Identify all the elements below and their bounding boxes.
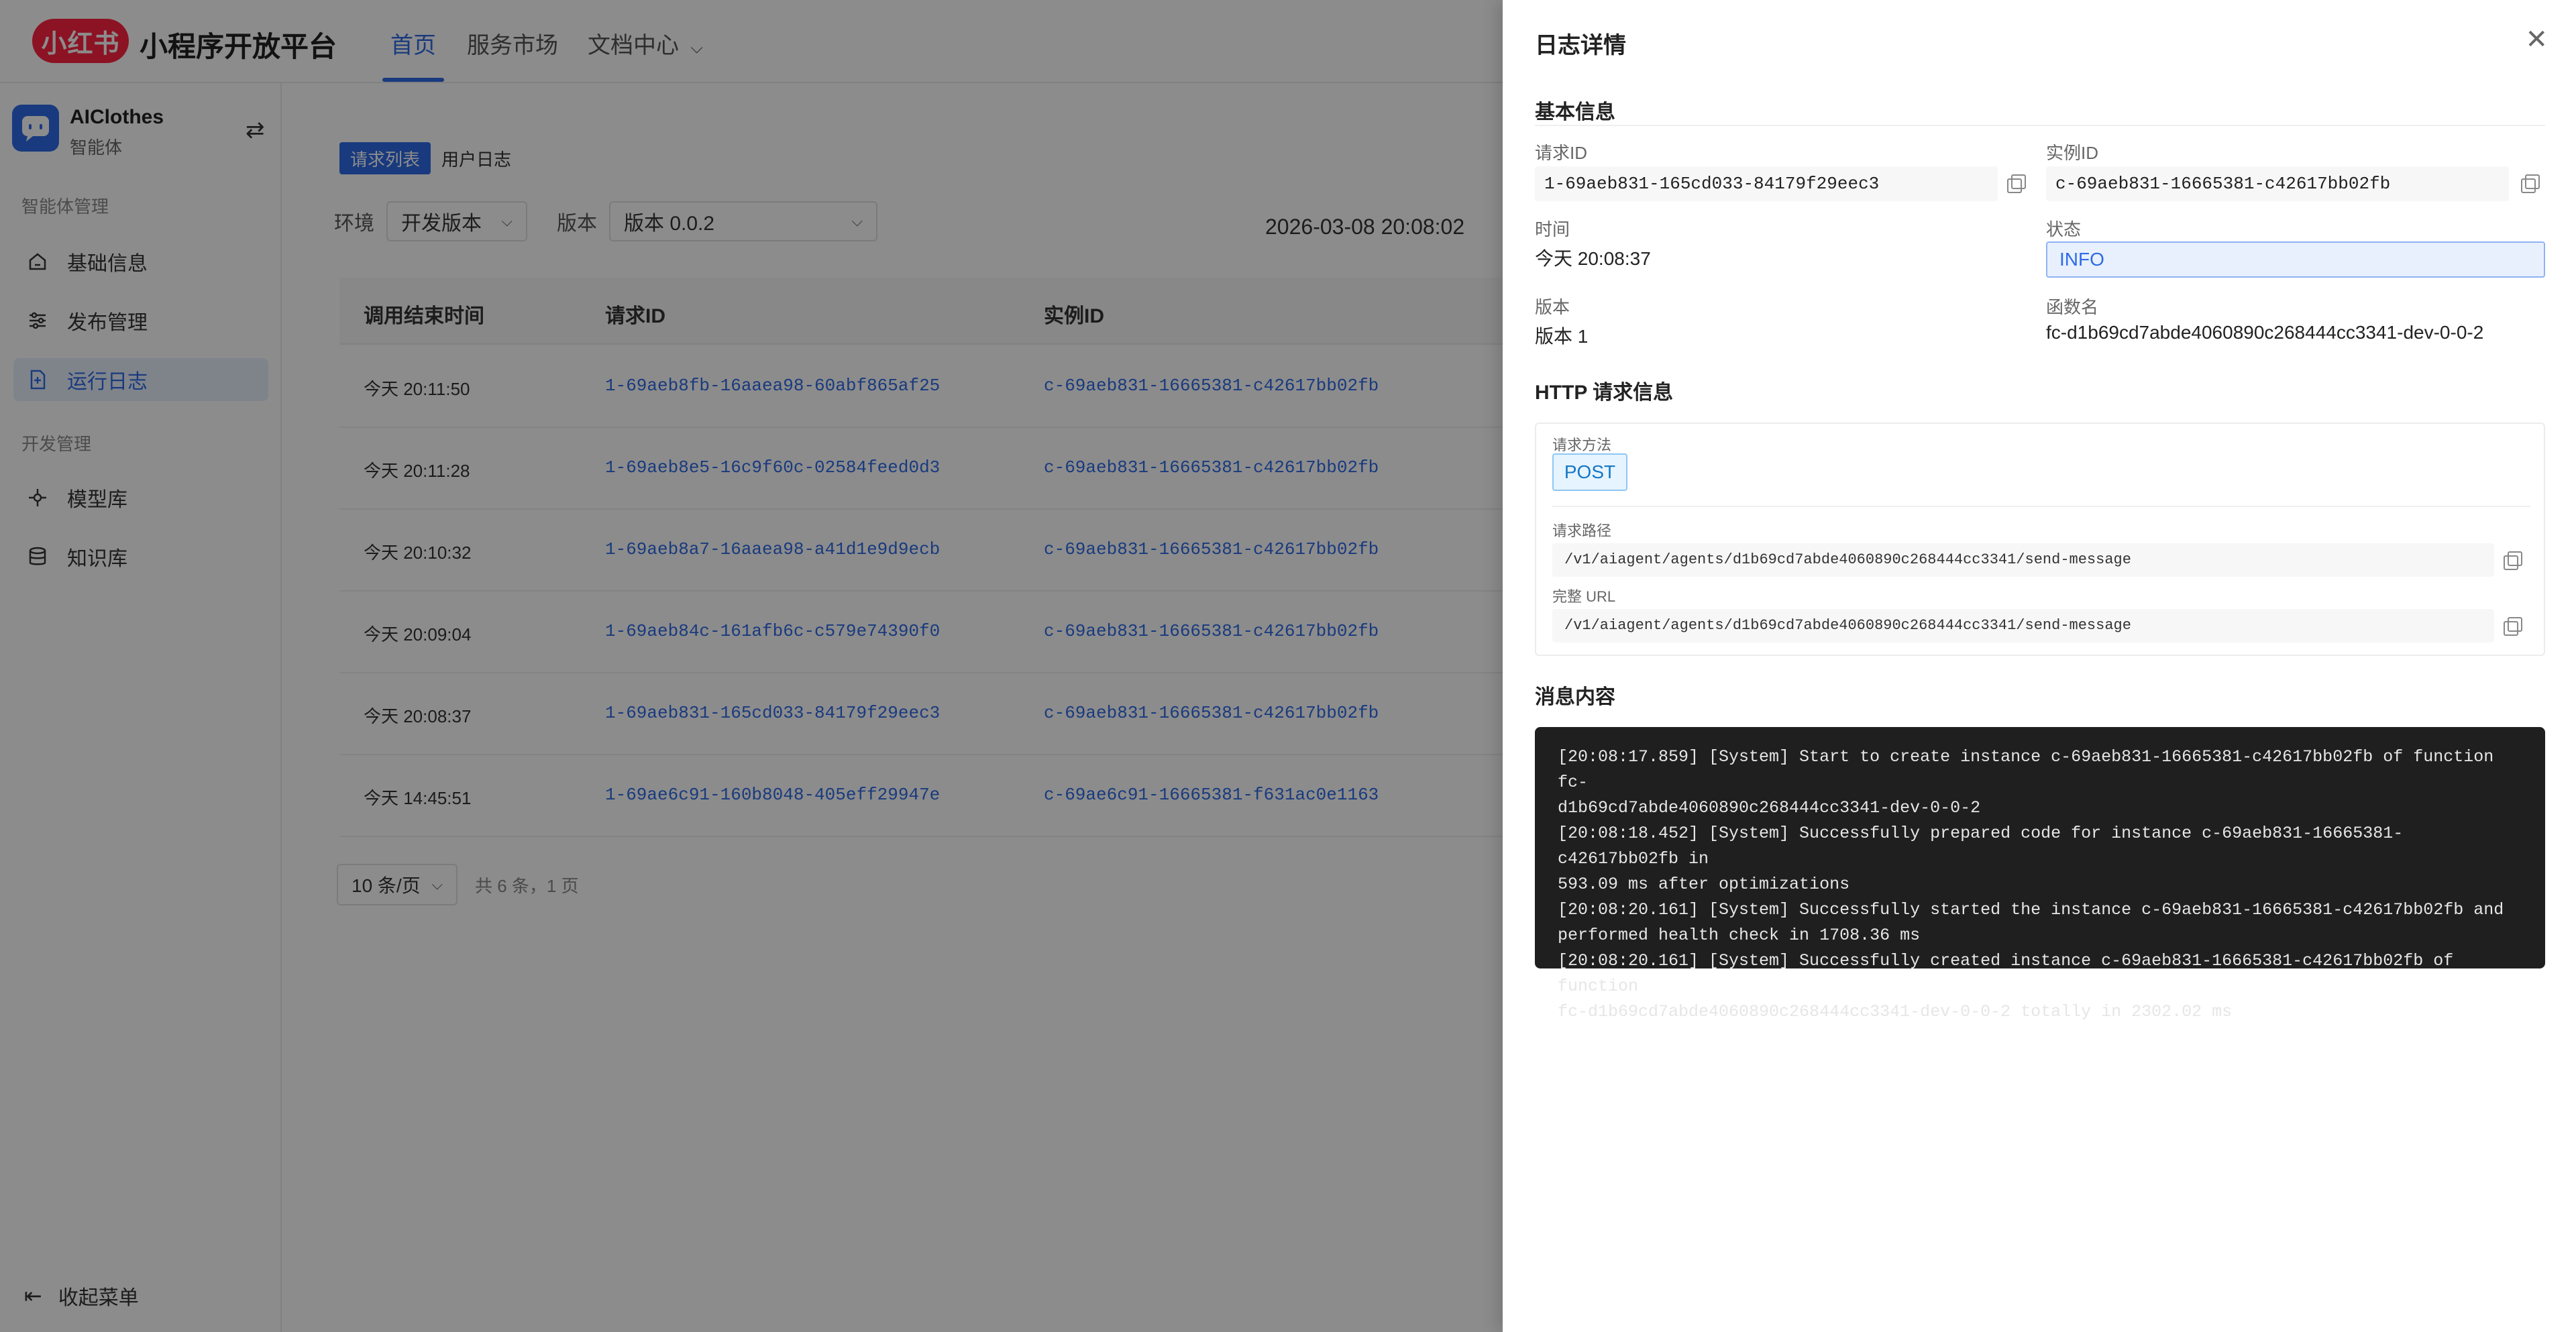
method-label: 请求方法 xyxy=(1552,437,1612,453)
log-console[interactable]: [20:08:17.859] [System] Start to create … xyxy=(1535,727,2545,1021)
log-line: performed health check in 1708.36 ms xyxy=(1558,926,1921,945)
time-value: 今天 20:08:37 xyxy=(1535,248,1651,269)
request-path-field[interactable]: /v1/aiagent/agents/d1b69cd7abde4060890c2… xyxy=(1552,543,2494,577)
instance-id-label: 实例ID xyxy=(2046,143,2099,163)
divider xyxy=(1535,125,2545,126)
status-label: 状态 xyxy=(2046,219,2082,239)
close-icon[interactable]: ✕ xyxy=(2525,24,2548,55)
log-line: d1b69cd7abde4060890c268444cc3341-dev-0-0… xyxy=(1558,798,1981,818)
path-label: 请求路径 xyxy=(1552,522,1612,539)
log-line: [20:08:18.452] [System] Successfully pre… xyxy=(1558,824,2404,869)
divider xyxy=(1552,506,2530,507)
log-line: 593.09 ms after optimizations xyxy=(1558,875,1850,894)
request-id-field[interactable]: 1-69aeb831-165cd033-84179f29eec3 xyxy=(1535,166,1998,201)
log-detail-drawer: 日志详情 ✕ 基本信息 请求ID 1-69aeb831-165cd033-841… xyxy=(1503,0,2576,1332)
copy-icon[interactable] xyxy=(2521,174,2540,193)
status-badge: INFO xyxy=(2046,241,2545,278)
copy-icon[interactable] xyxy=(2007,174,2026,193)
request-id-label: 请求ID xyxy=(1535,143,1588,163)
function-name-label: 函数名 xyxy=(2046,297,2099,317)
log-line: [20:08:20.161] [System] Successfully sta… xyxy=(1558,900,2504,920)
full-url-label: 完整 URL xyxy=(1552,588,1616,605)
copy-icon[interactable] xyxy=(2504,551,2522,570)
version-label: 版本 xyxy=(1535,297,1570,317)
http-request-panel: 请求方法 POST 请求路径 /v1/aiagent/agents/d1b69c… xyxy=(1535,423,2545,656)
function-name-value: fc-d1b69cd7abde4060890c268444cc3341-dev-… xyxy=(2046,322,2484,343)
drawer-title: 日志详情 xyxy=(1535,33,1626,58)
method-badge: POST xyxy=(1552,453,1627,491)
log-line: [20:08:20.161] [System] Successfully cre… xyxy=(1558,951,2464,996)
log-line: fc-d1b69cd7abde4060890c268444cc3341-dev-… xyxy=(1558,1002,2233,1021)
instance-id-field[interactable]: c-69aeb831-16665381-c42617bb02fb xyxy=(2046,166,2509,201)
section-basic-info: 基本信息 xyxy=(1535,101,1615,123)
time-label: 时间 xyxy=(1535,219,1570,239)
version-value: 版本 1 xyxy=(1535,326,1589,347)
copy-icon[interactable] xyxy=(2504,617,2522,636)
section-http-info: HTTP 请求信息 xyxy=(1535,382,1674,404)
section-message-content: 消息内容 xyxy=(1535,686,1615,708)
log-line: [20:08:17.859] [System] Start to create … xyxy=(1558,747,2504,792)
full-url-field[interactable]: /v1/aiagent/agents/d1b69cd7abde4060890c2… xyxy=(1552,609,2494,643)
